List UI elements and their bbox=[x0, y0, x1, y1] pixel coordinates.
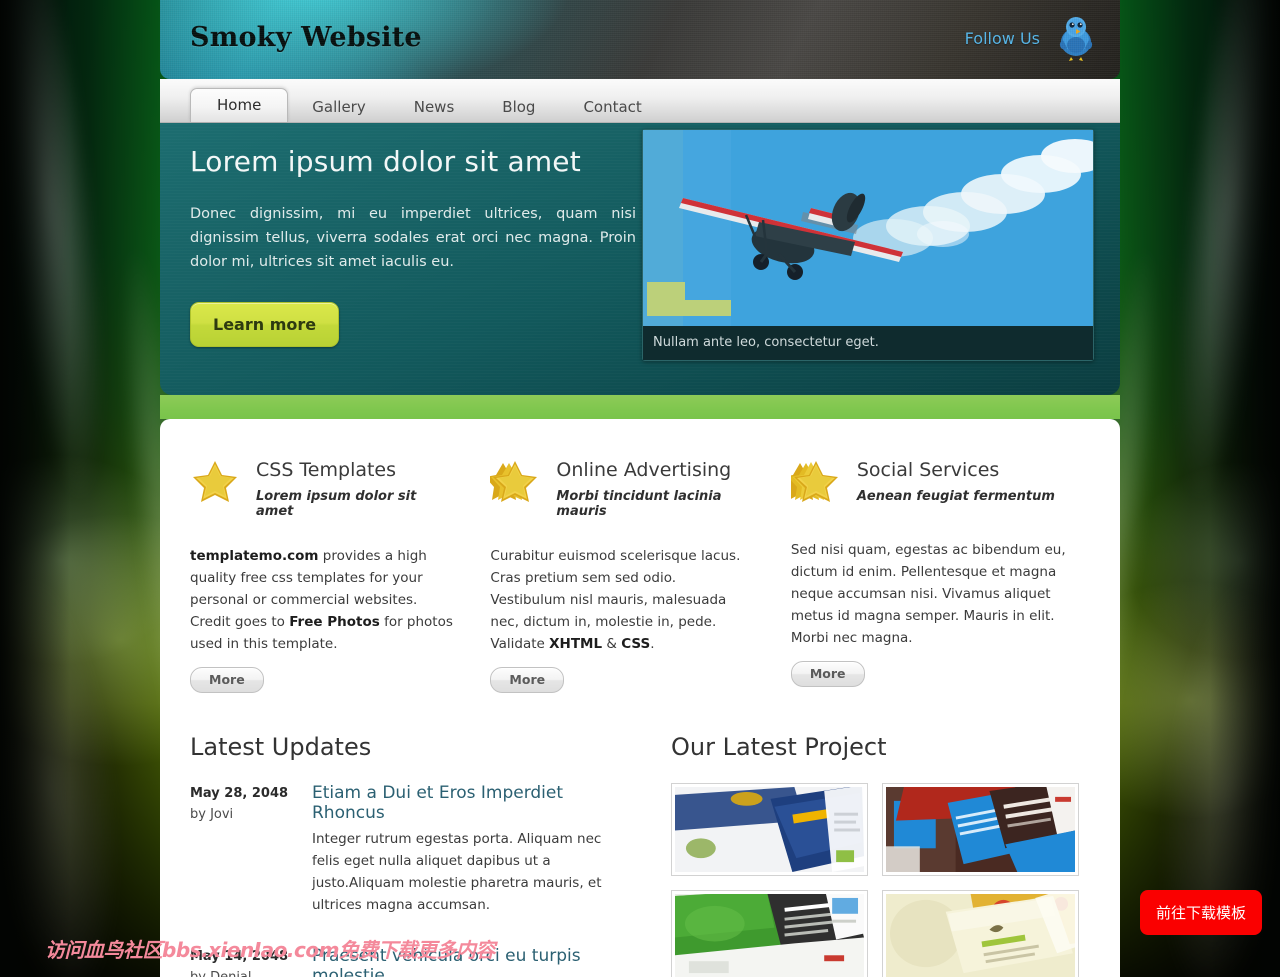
update-meta: May 28, 2048 by Jovi bbox=[190, 783, 312, 916]
site-header: Smoky Website Follow Us bbox=[160, 0, 1120, 79]
service-more-button[interactable]: More bbox=[790, 661, 865, 687]
service-title: Social Services bbox=[856, 459, 1000, 481]
service-column-social-services: Social Services Aenean feugiat fermentum… bbox=[790, 455, 1090, 693]
twitter-bird-icon[interactable] bbox=[1054, 14, 1098, 62]
project-thumbnail-grid bbox=[670, 783, 1090, 977]
hero-banner: Lorem ipsum dolor sit amet Donec digniss… bbox=[160, 123, 1120, 395]
download-template-button[interactable]: 前往下载模板 bbox=[1139, 890, 1262, 935]
double-gold-star-icon bbox=[490, 461, 538, 502]
service-title: Online Advertising bbox=[556, 459, 732, 481]
page-wrapper: Smoky Website Follow Us Home Gallery New… bbox=[160, 0, 1120, 977]
nav-item-contact[interactable]: Contact bbox=[559, 92, 665, 122]
service-body: templatemo.com provides a high quality f… bbox=[190, 548, 453, 652]
service-subtitle: Aenean feugiat fermentum bbox=[856, 489, 1055, 504]
service-column-css-templates: CSS Templates Lorem ipsum dolor sit amet… bbox=[190, 455, 490, 693]
main-navigation: Home Gallery News Blog Contact bbox=[160, 79, 1120, 123]
triple-gold-star-icon bbox=[790, 461, 838, 502]
follow-us-link[interactable]: Follow Us bbox=[965, 29, 1040, 48]
update-item: May 28, 2048 by Jovi Etiam a Dui et Eros… bbox=[190, 783, 625, 916]
service-more-button[interactable]: More bbox=[490, 667, 565, 693]
update-title[interactable]: Etiam a Dui et Eros Imperdiet Rhoncus bbox=[312, 783, 625, 823]
nav-item-gallery[interactable]: Gallery bbox=[288, 92, 389, 122]
hero-paragraph: Donec dignissim, mi eu imperdiet ultrice… bbox=[190, 206, 636, 270]
hero-figure: Nullam ante leo, consectetur eget. bbox=[642, 129, 1094, 361]
nav-item-blog[interactable]: Blog bbox=[478, 92, 559, 122]
hero-text-block: Lorem ipsum dolor sit amet Donec digniss… bbox=[190, 145, 636, 347]
service-subtitle: Morbi tincidunt lacinia mauris bbox=[556, 489, 722, 519]
service-header: CSS Templates Lorem ipsum dolor sit amet bbox=[190, 455, 454, 519]
update-author: by Denial bbox=[190, 970, 312, 977]
site-watermark: 访问血鸟社区bbs.xienIao.com免费下载更多内容 bbox=[45, 938, 495, 962]
service-title-group: Social Services Aenean feugiat fermentum bbox=[857, 455, 1055, 504]
latest-updates-heading: Latest Updates bbox=[190, 733, 372, 761]
learn-more-button[interactable]: Learn more bbox=[190, 302, 340, 347]
main-content: CSS Templates Lorem ipsum dolor sit amet… bbox=[160, 419, 1120, 977]
project-thumb-green-business[interactable] bbox=[670, 890, 868, 977]
nav-item-news[interactable]: News bbox=[390, 92, 479, 122]
service-title-group: CSS Templates Lorem ipsum dolor sit amet bbox=[256, 455, 454, 519]
update-date: May 28, 2048 bbox=[190, 786, 289, 801]
project-thumb-red-portfolio[interactable] bbox=[881, 783, 1079, 876]
service-more-button[interactable]: More bbox=[190, 667, 264, 693]
services-row: CSS Templates Lorem ipsum dolor sit amet… bbox=[190, 455, 1090, 693]
service-header: Social Services Aenean feugiat fermentum bbox=[790, 455, 1090, 513]
single-gold-star-icon bbox=[193, 461, 237, 502]
latest-project-heading: Our Latest Project bbox=[670, 733, 887, 761]
service-title-group: Online Advertising Morbi tincidunt lacin… bbox=[556, 455, 754, 519]
site-title: Smoky Website bbox=[190, 22, 422, 53]
service-subtitle: Lorem ipsum dolor sit amet bbox=[256, 489, 417, 519]
update-author: by Jovi bbox=[190, 807, 234, 822]
service-body: Sed nisi quam, egestas ac bibendum eu, d… bbox=[790, 542, 1066, 646]
service-header: Online Advertising Morbi tincidunt lacin… bbox=[490, 455, 754, 519]
service-title: CSS Templates bbox=[256, 459, 397, 481]
hero-heading: Lorem ipsum dolor sit amet bbox=[190, 145, 581, 178]
green-separator-strip bbox=[160, 395, 1120, 419]
follow-us-block[interactable]: Follow Us bbox=[965, 14, 1098, 62]
update-body: Etiam a Dui et Eros Imperdiet Rhoncus In… bbox=[312, 783, 625, 916]
nav-item-home[interactable]: Home bbox=[190, 88, 289, 122]
service-column-online-advertising: Online Advertising Morbi tincidunt lacin… bbox=[490, 455, 790, 693]
project-thumb-blue-corporate[interactable] bbox=[670, 783, 868, 876]
project-thumb-yellow-food[interactable] bbox=[881, 890, 1079, 977]
stunt-plane-photo bbox=[643, 130, 1093, 326]
latest-project-section: Our Latest Project bbox=[670, 733, 1090, 977]
hero-figure-caption: Nullam ante leo, consectetur eget. bbox=[643, 326, 1093, 360]
service-body: Curabitur euismod scelerisque lacus. Cra… bbox=[490, 548, 741, 652]
update-text: Integer rutrum egestas porta. Aliquam ne… bbox=[312, 831, 602, 913]
